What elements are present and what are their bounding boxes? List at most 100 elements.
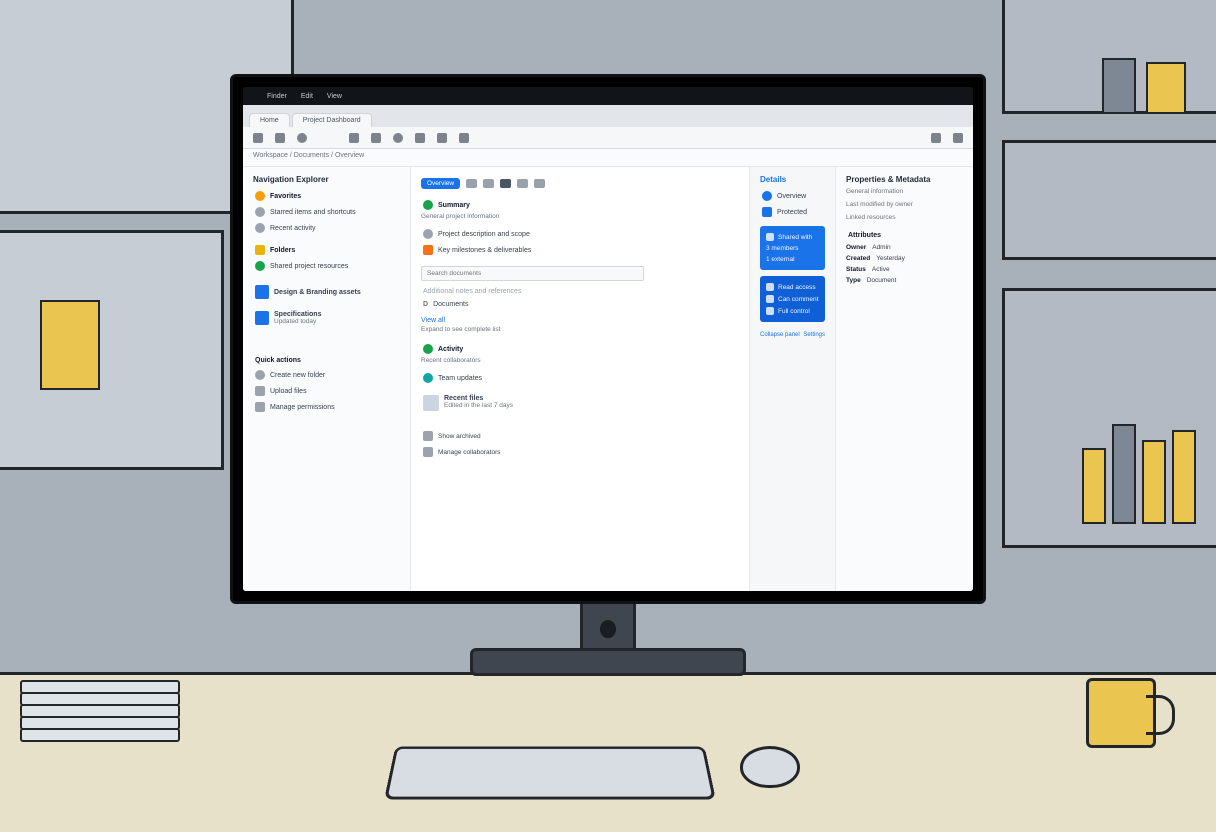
share-icon[interactable] <box>371 133 381 143</box>
properties-panel: Properties & Metadata General informatio… <box>835 167 973 591</box>
share-card[interactable]: Shared with 3 members 1 external <box>760 226 825 270</box>
tab[interactable]: Project Dashboard <box>292 113 372 127</box>
mac-menubar[interactable]: Finder Edit View <box>243 87 973 105</box>
property-row: OwnerAdmin <box>846 242 963 253</box>
toolbar <box>243 127 973 149</box>
property-row: StatusActive <box>846 264 963 275</box>
footer-toggle[interactable]: Show archived <box>421 428 739 444</box>
nav-tile[interactable]: Specifications Updated today <box>253 308 400 328</box>
details-rail: Details Overview Protected Shared with 3… <box>749 167 835 591</box>
app-window: Home Project Dashboard Workspace / Docum… <box>243 105 973 591</box>
menubar-item[interactable]: View <box>327 93 342 100</box>
panel-sub: Last modified by owner <box>846 201 963 208</box>
link-sub: Expand to see complete list <box>421 326 739 333</box>
content-toolbar: Overview <box>421 175 739 197</box>
content-row[interactable]: Key milestones & deliverables <box>421 242 739 258</box>
panel-title: Navigation Explorer <box>253 175 400 184</box>
content-row[interactable]: DDocuments <box>421 298 739 311</box>
globe-icon <box>423 344 433 354</box>
menubar-item[interactable]: Finder <box>267 93 287 100</box>
content-block[interactable]: Recent files Edited in the last 7 days <box>421 392 739 414</box>
nav-footer-title: Quick actions <box>253 354 400 367</box>
section-sub: Recent collaborators <box>421 357 739 364</box>
sort-icon[interactable] <box>517 179 528 188</box>
bullet-icon <box>423 229 433 239</box>
section-heading: Activity <box>421 341 739 357</box>
grid-icon[interactable] <box>459 133 469 143</box>
settings-icon[interactable] <box>953 133 963 143</box>
list-view-icon[interactable] <box>483 179 494 188</box>
nav-item[interactable]: Shared project resources <box>253 258 400 274</box>
info-icon <box>762 191 772 201</box>
property-row: CreatedYesterday <box>846 253 963 264</box>
app-icon[interactable] <box>349 133 359 143</box>
pin-icon[interactable] <box>415 133 425 143</box>
back-icon[interactable] <box>253 133 263 143</box>
permissions-card[interactable]: Read access Can comment Full control <box>760 276 825 322</box>
coffee-mug <box>1086 678 1156 748</box>
key-icon <box>766 307 774 315</box>
footer-toggle[interactable]: Manage collaborators <box>421 444 739 460</box>
paper-stack <box>20 672 190 742</box>
content-row[interactable]: Team updates <box>421 370 739 386</box>
nav-footer-item[interactable]: Upload files <box>253 383 400 399</box>
star-icon <box>255 191 265 201</box>
forward-icon[interactable] <box>275 133 285 143</box>
upload-icon <box>255 386 265 396</box>
collapse-link[interactable]: Collapse panel <box>760 332 800 338</box>
menubar-item[interactable]: Edit <box>301 93 313 100</box>
nav-group[interactable]: Favorites <box>253 188 400 204</box>
people-icon <box>423 447 433 457</box>
nav-group[interactable]: Folders <box>253 242 400 258</box>
screen: Finder Edit View Home Project Dashboard <box>243 87 973 591</box>
breadcrumb[interactable]: Workspace / Documents / Overview <box>243 149 973 167</box>
nav-tile[interactable]: Design & Branding assets <box>253 282 400 302</box>
comment-icon <box>766 295 774 303</box>
tab-bar[interactable]: Home Project Dashboard <box>243 105 973 127</box>
mouse <box>740 746 800 788</box>
clock-icon <box>255 223 265 233</box>
more-icon[interactable] <box>437 133 447 143</box>
properties-group: Attributes <box>846 229 963 242</box>
view-all-link[interactable]: View all <box>421 317 739 324</box>
workspace: Navigation Explorer Favorites Starred it… <box>243 167 973 591</box>
search-input[interactable] <box>421 266 644 281</box>
card-view-icon[interactable] <box>466 179 477 188</box>
view-pill[interactable]: Overview <box>421 178 460 189</box>
main-content: Overview Summary General project informa… <box>411 167 749 591</box>
nav-footer-item[interactable]: Manage permissions <box>253 399 400 415</box>
tag-icon[interactable] <box>393 133 403 143</box>
refresh-icon[interactable] <box>297 133 307 143</box>
content-row[interactable]: Project description and scope <box>421 226 739 242</box>
panel-title: Properties & Metadata <box>846 175 963 184</box>
shield-icon <box>762 207 772 217</box>
nav-item[interactable]: Starred items and shortcuts <box>253 204 400 220</box>
rail-title: Details <box>760 175 825 184</box>
rail-row[interactable]: Overview <box>760 188 825 204</box>
team-icon <box>423 373 433 383</box>
apple-logo-icon <box>600 620 616 638</box>
flag-icon <box>423 245 433 255</box>
export-icon[interactable] <box>534 179 545 188</box>
filter-icon[interactable] <box>500 179 511 188</box>
share-icon <box>255 261 265 271</box>
archive-icon <box>423 431 433 441</box>
nav-footer-item[interactable]: Create new folder <box>253 367 400 383</box>
eye-icon <box>766 283 774 291</box>
files-icon <box>423 395 439 411</box>
monitor: Finder Edit View Home Project Dashboard <box>230 74 986 604</box>
tab[interactable]: Home <box>249 113 290 127</box>
rail-settings-link[interactable]: Settings <box>803 332 825 338</box>
section-heading: Summary <box>421 197 739 213</box>
monitor-stand-base <box>470 648 746 676</box>
dot-icon <box>255 207 265 217</box>
nav-item[interactable]: Recent activity <box>253 220 400 236</box>
people-icon <box>766 233 774 241</box>
property-row: TypeDocument <box>846 275 963 286</box>
info-icon <box>423 200 433 210</box>
keyboard <box>384 746 716 799</box>
section-sub: General project information <box>421 213 739 220</box>
list-icon[interactable] <box>931 133 941 143</box>
panel-sub: Linked resources <box>846 214 963 221</box>
rail-row[interactable]: Protected <box>760 204 825 220</box>
